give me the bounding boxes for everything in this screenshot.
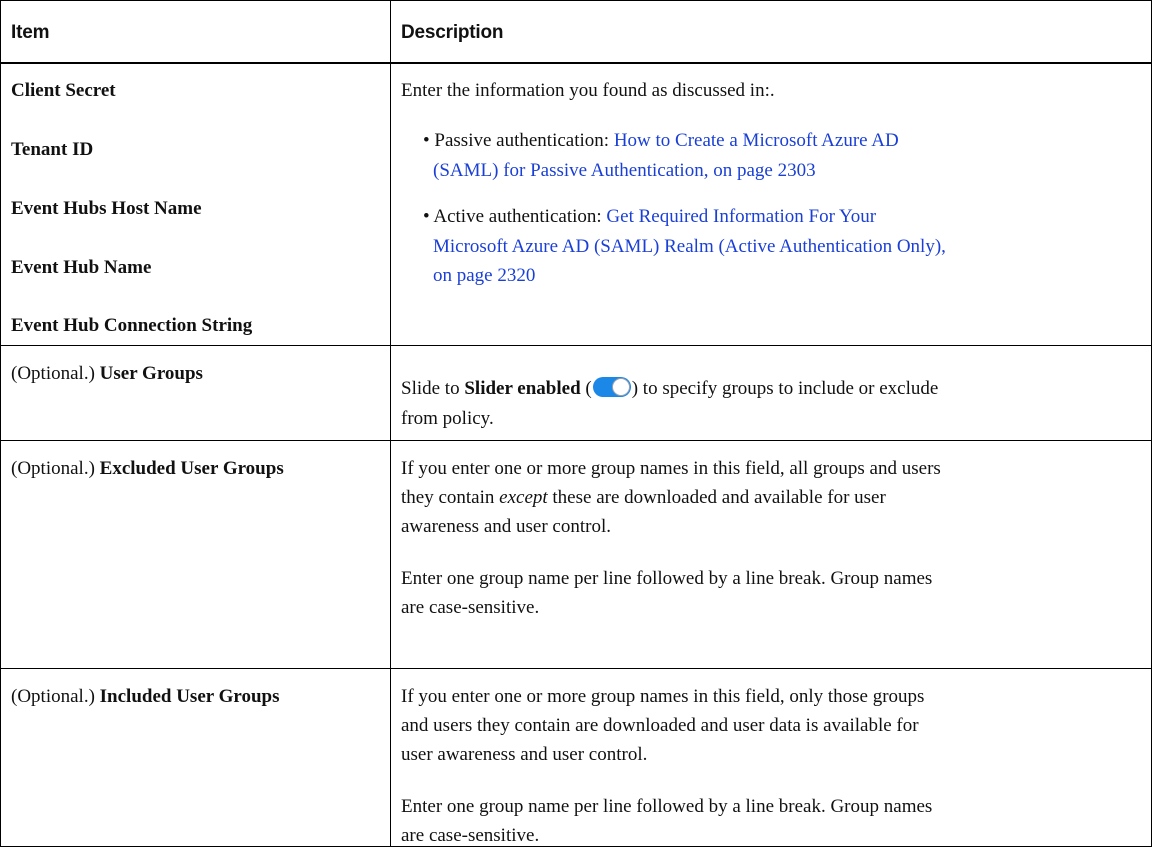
included-desc-line1: If you enter one or more group names in …: [401, 686, 925, 707]
excluded-note-line2: are case-sensitive.: [401, 597, 540, 618]
bullet-dot: •: [423, 206, 434, 227]
excluded-desc-line1: If you enter one or more group names in …: [401, 458, 941, 479]
excluded-user-groups-name: Excluded User Groups: [99, 458, 284, 479]
except-emphasis: except: [499, 487, 548, 508]
item-client-secret: Client Secret: [11, 80, 116, 101]
toggle-on-icon: [592, 377, 631, 397]
passive-bullet: • Passive authentication: How to Create …: [423, 127, 899, 154]
active-auth-link[interactable]: Get Required Information For Your: [606, 206, 876, 227]
item-included-user-groups: (Optional.) Included User Groups: [11, 683, 280, 710]
included-note-line1: Enter one group name per line followed b…: [401, 796, 933, 817]
included-desc-line3: user awareness and user control.: [401, 744, 648, 765]
included-desc-line2: and users they contain are downloaded an…: [401, 715, 919, 736]
excluded-note-line1: Enter one group name per line followed b…: [401, 568, 933, 589]
user-groups-name: User Groups: [99, 363, 203, 384]
item-event-hub-connection-string: Event Hub Connection String: [11, 315, 253, 336]
user-groups-description: Slide to Slider enabled ( ) to specify gr…: [401, 375, 938, 402]
included-user-groups-name: Included User Groups: [99, 686, 280, 707]
passive-auth-link[interactable]: How to Create a Microsoft Azure AD: [614, 130, 899, 151]
desc-text: ) to specify groups to include or exclud…: [631, 378, 939, 399]
header-description: Description: [401, 22, 504, 43]
item-excluded-user-groups: (Optional.) Excluded User Groups: [11, 455, 284, 482]
row-divider: [1, 440, 1151, 441]
header-item: Item: [11, 22, 50, 43]
item-event-hubs-host-name: Event Hubs Host Name: [11, 198, 202, 219]
active-auth-link-cont-2[interactable]: on page 2320: [433, 262, 535, 289]
excluded-desc-line3: awareness and user control.: [401, 516, 611, 537]
column-divider: [390, 1, 391, 846]
excluded-desc-line2: they contain except these are downloaded…: [401, 484, 886, 511]
toggle-knob: [611, 378, 630, 396]
bullet-dot: •: [423, 130, 435, 151]
optional-label: (Optional.): [11, 363, 100, 384]
header-divider: [1, 62, 1151, 64]
row-divider: [1, 668, 1151, 669]
cred-intro: Enter the information you found as discu…: [401, 80, 775, 101]
item-tenant-id: Tenant ID: [11, 139, 94, 160]
active-bullet: • Active authentication: Get Required In…: [423, 203, 876, 230]
user-groups-description-cont: from policy.: [401, 408, 494, 429]
desc-text: they contain: [401, 487, 500, 508]
optional-label: (Optional.): [11, 458, 100, 479]
slider-enabled-label: Slider enabled: [464, 378, 581, 399]
desc-text: (: [580, 378, 592, 399]
optional-label: (Optional.): [11, 686, 100, 707]
passive-auth-link-cont[interactable]: (SAML) for Passive Authentication, on pa…: [433, 157, 816, 184]
passive-prefix: Passive authentication:: [434, 130, 614, 151]
active-prefix: Active authentication:: [433, 206, 607, 227]
info-table: Item Description Client Secret Tenant ID…: [0, 0, 1152, 847]
item-user-groups: (Optional.) User Groups: [11, 360, 203, 387]
row-divider: [1, 345, 1151, 346]
desc-text: Slide to: [401, 378, 465, 399]
included-note-line2: are case-sensitive.: [401, 825, 540, 846]
desc-text: these are downloaded and available for u…: [547, 487, 886, 508]
item-event-hub-name: Event Hub Name: [11, 257, 152, 278]
active-auth-link-cont[interactable]: Microsoft Azure AD (SAML) Realm (Active …: [433, 233, 946, 260]
